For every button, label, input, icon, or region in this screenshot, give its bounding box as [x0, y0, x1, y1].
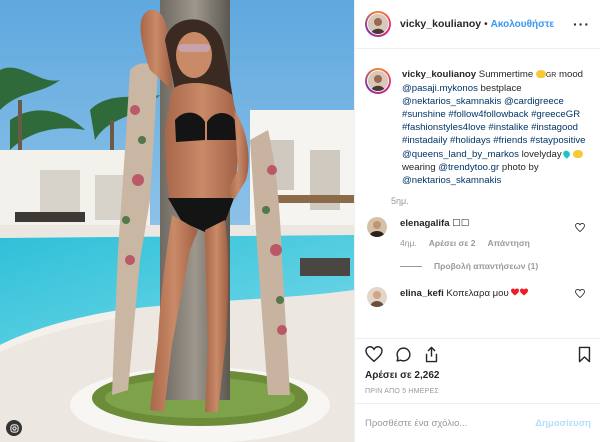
instagram-glyph-icon[interactable] [6, 420, 22, 436]
more-options-icon[interactable]: ··· [573, 17, 590, 31]
photo-illustration [0, 0, 354, 442]
hashtag-link[interactable]: #instagood [531, 122, 578, 133]
hashtag-link[interactable]: #holidays [450, 135, 491, 146]
red-hearts-emoji [511, 288, 529, 299]
instagram-post: vicky_koulianoy • Ακολουθήστε ··· vicky_… [0, 0, 600, 442]
comment-time: 4ημ. [400, 237, 417, 248]
author-avatar[interactable] [365, 11, 391, 37]
comment-meta: 4ημ. Αρέσει σε 2 Απάντηση [400, 237, 542, 250]
comment-likes[interactable]: Αρέσει σε 2 [429, 237, 476, 250]
bookmark-icon[interactable] [578, 346, 591, 363]
comment-text: ☐☐ [452, 217, 470, 229]
caption-text-fragment: Summertime [478, 69, 536, 80]
comment-username[interactable]: elina_kefi [400, 288, 444, 299]
post-comment-button[interactable]: Δημοσίευση [535, 418, 591, 429]
caption-time: 5ημ. [391, 195, 409, 206]
hashtag-link[interactable]: #fashionstyles4love [402, 122, 486, 133]
mention-link[interactable]: @trendytoo.gr [438, 162, 499, 173]
mention-link[interactable]: @queens_land_by_markos [402, 149, 519, 160]
caption-text-fragment: bestplace [477, 83, 522, 95]
sun-emoji [573, 149, 584, 158]
caption-text-fragment: lovelyday [518, 148, 562, 160]
mention-link[interactable]: @nektarios_skamnakis [402, 96, 501, 107]
header-separator: • [484, 18, 488, 30]
hashtag-link[interactable]: #friends [493, 135, 527, 146]
commenter-avatar[interactable] [367, 286, 387, 307]
reply-button[interactable]: Απάντηση [487, 237, 529, 250]
post-actions-area: Αρέσει σε 2,262 ΠΡΙΝ ΑΠΟ 5 ΗΜΕΡΕΣ [355, 338, 600, 395]
comment-username[interactable]: elenagalifa [400, 218, 450, 229]
blue-heart-emoji [561, 148, 571, 159]
comment-like-heart-icon[interactable] [575, 222, 585, 235]
mention-link[interactable]: @pasaji.mykonos [402, 83, 478, 94]
post-caption: vicky_koulianoy Summertime GR mood @pasa… [365, 68, 591, 206]
replies-divider [400, 265, 422, 267]
add-comment-bar: Δημοσίευση [355, 403, 600, 442]
follow-button[interactable]: Ακολουθήστε [491, 19, 555, 30]
hashtag-link[interactable]: #sunshine [402, 109, 446, 120]
post-date: ΠΡΙΝ ΑΠΟ 5 ΗΜΕΡΕΣ [365, 388, 439, 395]
mention-link[interactable]: @cardigreece [504, 96, 564, 107]
commenter-avatar[interactable] [367, 216, 387, 237]
comment-item: elenagalifa ☐☐ 4ημ. Αρέσει σε 2 Απάντηση… [365, 216, 591, 273]
hashtag-link[interactable]: #staypositive [530, 135, 585, 146]
author-username[interactable]: vicky_koulianoy [400, 18, 481, 30]
caption-text-fragment: GR [545, 72, 557, 79]
caption-text: vicky_koulianoy Summertime GR mood @pasa… [402, 68, 588, 187]
caption-text-fragment: photo by [499, 161, 539, 173]
caption-content: Summertime GR mood @pasaji.mykonos bestp… [402, 69, 586, 186]
caption-text-fragment: mood [556, 69, 584, 80]
comments-list[interactable]: vicky_koulianoy Summertime GR mood @pasa… [355, 50, 600, 338]
post-photo[interactable] [0, 0, 354, 442]
heart-icon[interactable] [365, 346, 383, 362]
comment-input[interactable] [365, 417, 536, 429]
comment-text: Κοπελαρα μου [446, 287, 509, 299]
hashtag-link[interactable]: #greeceGR [531, 109, 580, 120]
post-header: vicky_koulianoy • Ακολουθήστε ··· [355, 0, 600, 49]
comment-item: elina_kefi Κοπελαρα μου [365, 286, 591, 307]
hashtag-link[interactable]: #instadaily [402, 135, 447, 146]
post-side-panel: vicky_koulianoy • Ακολουθήστε ··· vicky_… [354, 0, 600, 442]
mention-link[interactable]: @nektarios_skamnakis [402, 175, 501, 186]
hashtag-link[interactable]: #instalike [488, 122, 528, 133]
caption-text-fragment: wearing [402, 161, 439, 173]
view-replies-label: Προβολή απαντήσεων (1) [434, 260, 539, 271]
caption-username[interactable]: vicky_koulianoy [402, 69, 476, 80]
action-bar [365, 340, 591, 368]
view-replies-button[interactable]: Προβολή απαντήσεων (1) [400, 260, 542, 273]
hashtag-link[interactable]: #follow4followback [448, 109, 528, 120]
comment-bubble-icon[interactable] [395, 346, 412, 363]
comment-like-heart-icon[interactable] [575, 288, 585, 301]
caption-avatar[interactable] [365, 68, 391, 94]
share-upload-icon[interactable] [424, 346, 439, 363]
sun-emoji [535, 70, 546, 78]
like-count[interactable]: Αρέσει σε 2,262 [365, 370, 591, 381]
